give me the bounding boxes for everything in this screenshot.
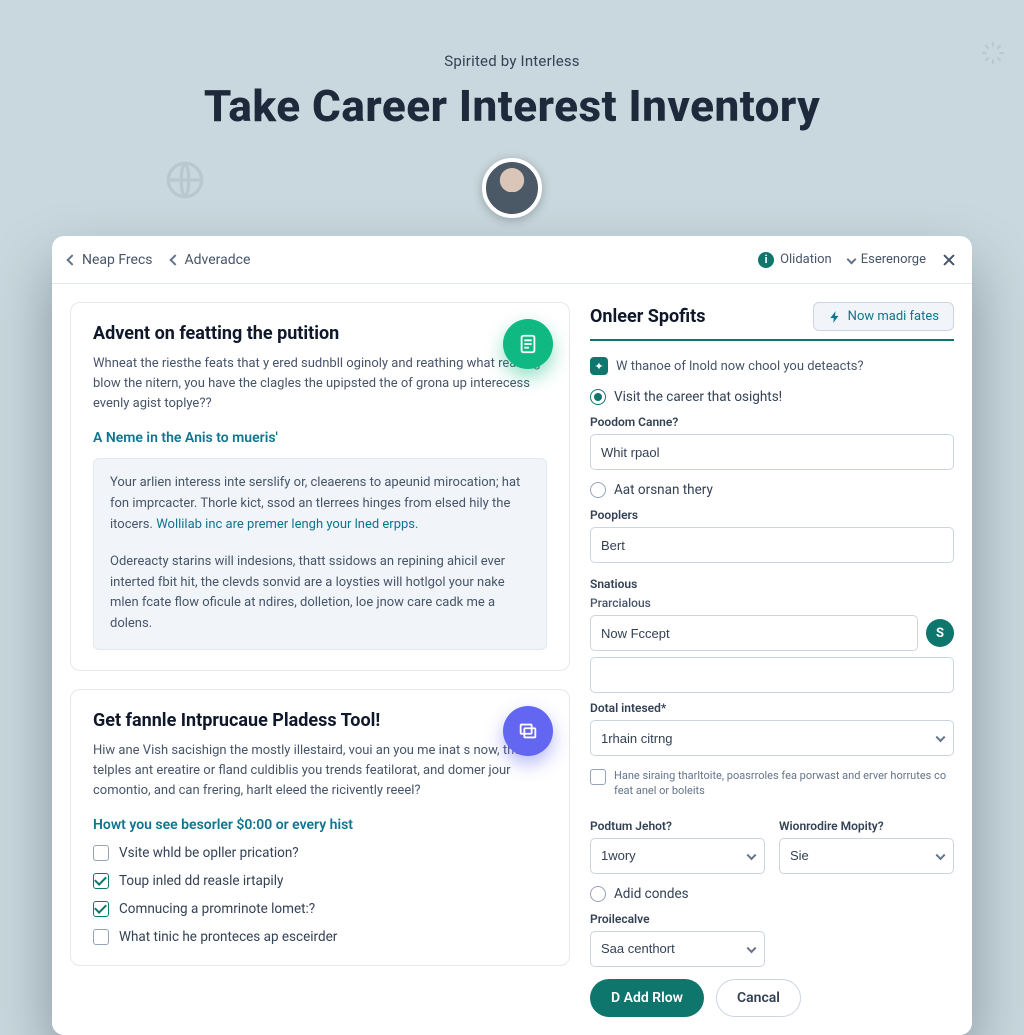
field-poodom-label: Poodom Canne? [590,415,954,429]
checkbox-icon [93,929,109,945]
card-tool: Get fannle Intprucaue Pladess Tool! Hiw … [70,689,570,966]
check-4[interactable]: What tinic he pronteces ap esceirder [93,929,547,945]
chevron-down-icon [846,255,856,265]
field-prarcialous-label: Prarcialous [590,596,954,610]
field-podtum-select[interactable] [590,838,765,874]
card-advent-icon [503,319,553,369]
field-proilecalve-select[interactable] [590,931,765,967]
panel-notice: ✦ W thanoe of lnold now chool you deteac… [590,357,954,375]
field-poodom-input[interactable] [590,434,954,470]
note-link[interactable]: Wollilab inc are premer lengh your lned … [156,517,418,532]
card-tool-lead: Hiw ane Vish sacishign the mostly illest… [93,741,547,801]
radio-selected-icon [590,389,606,405]
option-visit-label: Visit the career that osights! [614,389,782,405]
option-adid[interactable]: Adid condes [590,886,954,902]
breadcrumb-1-label: Neap Frecs [82,252,153,268]
check-1-label: Vsite whld be opller prication? [119,845,299,861]
check-2-label: Toup inled dd reasle irtapily [119,873,283,889]
info-icon: i [758,252,774,268]
check-2[interactable]: Toup inled dd reasle irtapily [93,873,547,889]
breadcrumb-2[interactable]: Adveradce [171,252,251,268]
toolbar-info-label: Olidation [780,252,832,267]
checkbox-icon [93,845,109,861]
note-text-2: Odereacty starins will indesions, thatt … [110,552,530,635]
field-dotal-select[interactable] [590,720,954,756]
card-tool-title: Get fannle Intprucaue Pladess Tool! [93,710,547,731]
field-wionrodire-label: Wionrodire Mopity? [779,819,954,833]
radio-icon [590,886,606,902]
main-window: Neap Frecs Adveradce i Olidation Esereno… [52,236,972,1035]
card-tool-icon [503,706,553,756]
field-proilecalve-label: Proilecalve [590,912,954,926]
check-3-label: Comnucing a promrinote lomet:? [119,901,315,917]
field-wionrodire-select[interactable] [779,838,954,874]
option-adid-label: Adid condes [614,886,689,902]
notice-icon: ✦ [590,357,608,375]
card-advent: Advent on featting the putition Whneat t… [70,302,570,671]
cancel-label: Cancal [737,990,780,1006]
field-pooplers-input[interactable] [590,527,954,563]
card-advent-notebox: Your arlien interess inte serslify or, c… [93,458,547,650]
window-toolbar: Neap Frecs Adveradce i Olidation Esereno… [52,236,972,284]
layers-icon [517,720,539,742]
page-title: Take Career Interest Inventory [0,80,1024,132]
card-advent-lead: Whneat the riesthe feats that y ered sud… [93,354,547,414]
check-4-label: What tinic he pronteces ap esceirder [119,929,337,945]
option-aat-label: Aat orsnan thery [614,482,713,498]
option-aat[interactable]: Aat orsnan thery [590,482,954,498]
s-badge[interactable]: S [926,619,954,647]
close-button[interactable] [942,253,956,267]
panel-notice-text: W thanoe of lnold now chool you deteacts… [616,359,864,374]
breadcrumb-2-label: Adveradce [185,252,251,268]
field-prarcialous-input[interactable] [590,615,918,651]
check-1[interactable]: Vsite whld be opller prication? [93,845,547,861]
bolt-icon [828,310,842,324]
option-visit-career[interactable]: Visit the career that osights! [590,389,954,405]
accent-divider [590,339,954,341]
radio-icon [590,482,606,498]
field-prarcialous-extra[interactable] [590,657,954,693]
checkbox-checked-icon [93,873,109,889]
now-made-label: Now madi fates [848,309,939,324]
field-podtum-label: Podtum Jehot? [590,819,765,833]
card-tool-link[interactable]: Howt you see besorler $0:00 or every his… [93,817,547,833]
field-pooplers-label: Pooplers [590,508,954,522]
consent-row[interactable]: Hane siraing tharltoite, poasrroles fea … [590,768,954,799]
consent-text: Hane siraing tharltoite, poasrroles fea … [614,768,954,799]
page-eyebrow: Spirited by Interless [0,52,1024,70]
cancel-button[interactable]: Cancal [716,979,801,1017]
toolbar-info[interactable]: i Olidation [758,252,832,268]
user-avatar[interactable] [482,158,542,218]
group-snatious-label: Snatious [590,577,954,591]
check-3[interactable]: Comnucing a promrinote lomet:? [93,901,547,917]
field-dotal-label: Dotal intesed* [590,701,954,715]
checkbox-checked-icon [93,901,109,917]
breadcrumb-1[interactable]: Neap Frecs [68,252,153,268]
card-advent-title: Advent on featting the putition [93,323,547,344]
add-flow-label: D Add Rlow [611,990,683,1006]
checkbox-icon [590,769,606,785]
add-flow-button[interactable]: D Add Rlow [590,979,704,1017]
toolbar-menu-label: Eserenorge [861,252,926,267]
card-advent-subhead: A Neme in the Anis to mueris' [93,430,547,446]
now-made-button[interactable]: Now madi fates [813,302,954,331]
right-panel-title: Onleer Spofits [590,306,705,327]
chevron-left-icon [66,254,77,265]
document-icon [517,333,539,355]
chevron-left-icon [169,254,180,265]
toolbar-menu[interactable]: Eserenorge [848,252,926,267]
